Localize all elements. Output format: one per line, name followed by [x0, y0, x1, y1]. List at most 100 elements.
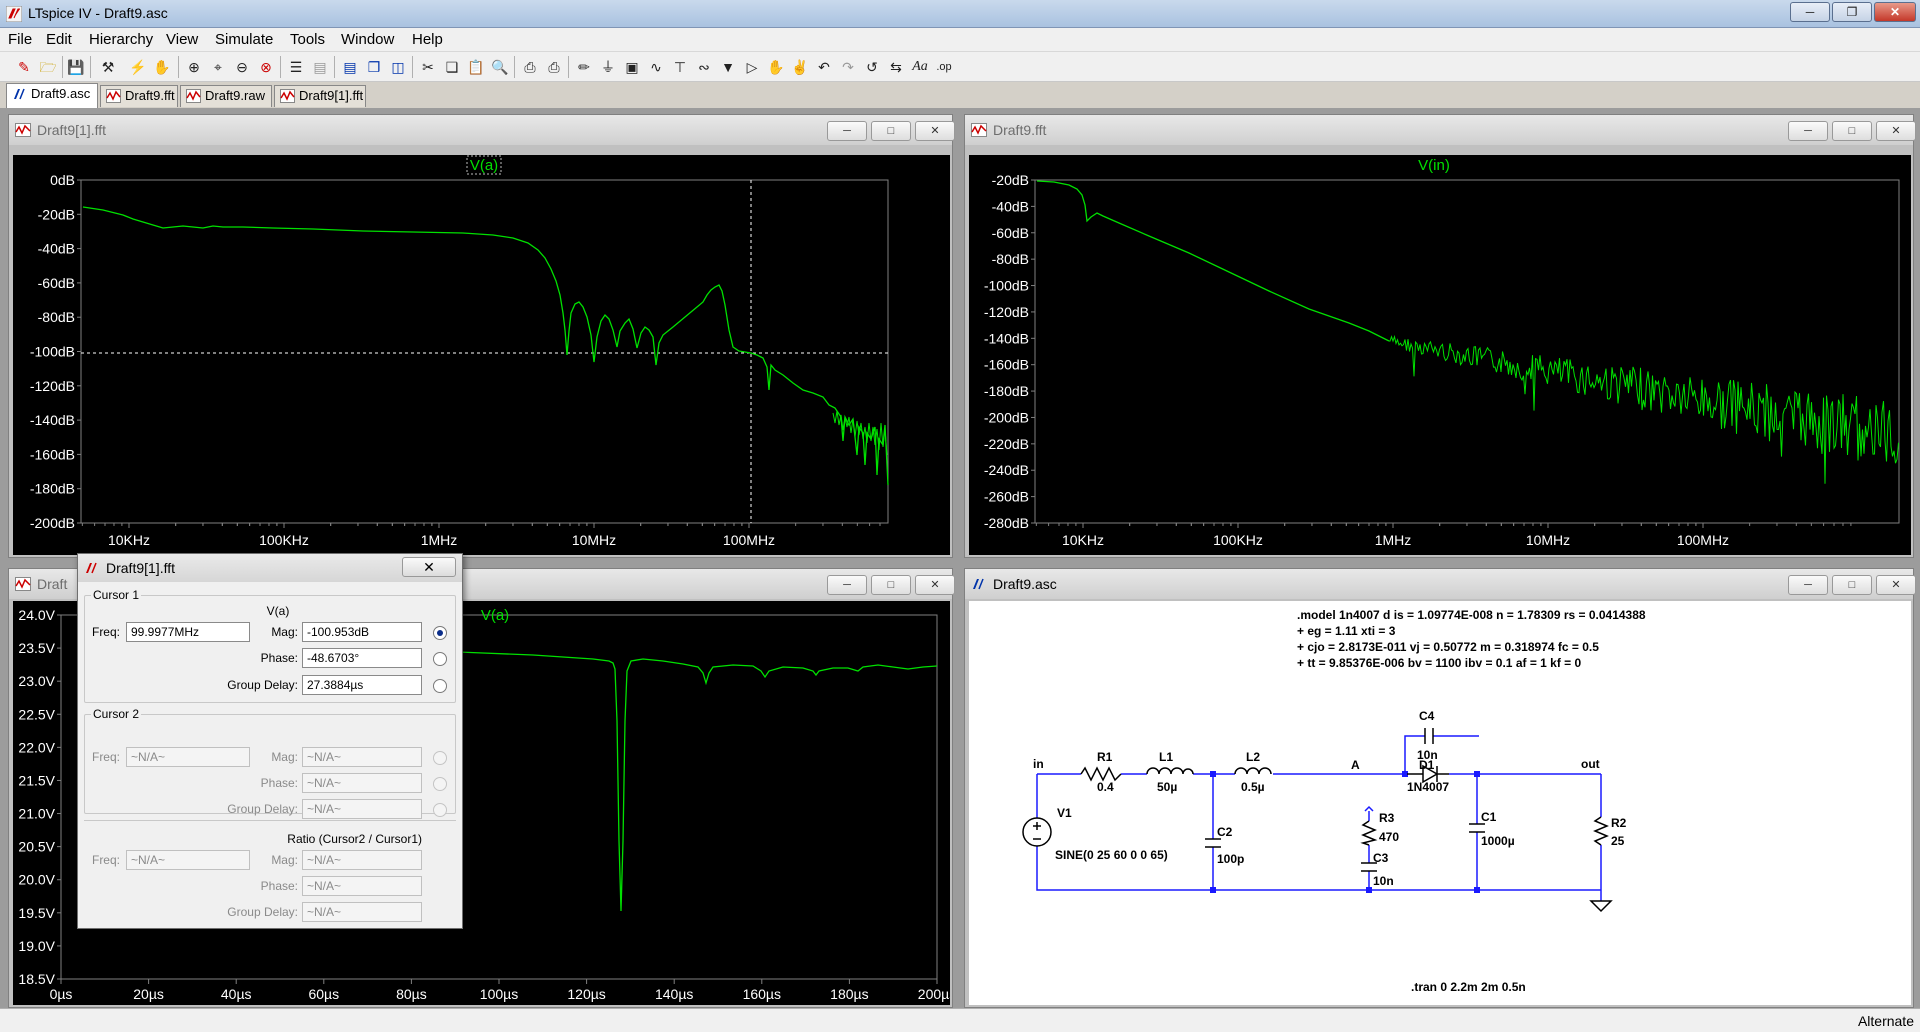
- tab-draft9-1-fft[interactable]: Draft9[1].fft: [274, 85, 366, 107]
- tab-draft9-raw[interactable]: Draft9.raw: [180, 85, 272, 107]
- cascade-icon[interactable]: ❐: [364, 57, 384, 77]
- cursor1-mag-radio[interactable]: [433, 626, 447, 640]
- window-close-button[interactable]: ✕: [1876, 575, 1916, 595]
- capacitor-icon[interactable]: ⊤: [670, 57, 690, 77]
- tile-vertical-icon[interactable]: ◫: [388, 57, 408, 77]
- l2-name[interactable]: L2: [1246, 750, 1260, 764]
- menu-help[interactable]: Help: [412, 31, 443, 48]
- wires[interactable]: [1036, 735, 1602, 901]
- ratio-mag-field[interactable]: ~N/A~: [302, 850, 422, 870]
- window-minimize-button[interactable]: ─: [1788, 121, 1828, 141]
- tab-draft9-asc[interactable]: Draft9.asc: [6, 83, 98, 108]
- net-label-out[interactable]: out: [1581, 757, 1600, 771]
- drag-icon[interactable]: ✌: [790, 57, 810, 77]
- l1-name[interactable]: L1: [1159, 750, 1173, 764]
- cursor1-gd-field[interactable]: 27.3884µs: [302, 675, 422, 695]
- c1-name[interactable]: C1: [1481, 810, 1497, 824]
- model-line-3[interactable]: + cjo = 2.8173E-011 vj = 0.50772 m = 0.3…: [1297, 640, 1599, 654]
- halt-icon[interactable]: ✋: [152, 57, 172, 77]
- r1-name[interactable]: R1: [1097, 750, 1113, 764]
- d1-value[interactable]: 1N4007: [1407, 780, 1449, 794]
- r3-value[interactable]: 470: [1379, 830, 1399, 844]
- r2-value[interactable]: 25: [1611, 834, 1625, 848]
- l1-value[interactable]: 50µ: [1157, 780, 1177, 794]
- minimize-button[interactable]: ─: [1790, 2, 1830, 22]
- trace-label[interactable]: V(a): [470, 157, 498, 174]
- copy-icon[interactable]: ❏: [442, 57, 462, 77]
- c3-name[interactable]: C3: [1373, 851, 1389, 865]
- menu-hierarchy[interactable]: Hierarchy: [89, 31, 153, 48]
- schematic-canvas[interactable]: .model 1n4007 d is = 1.09774E-008 n = 1.…: [969, 601, 1911, 1005]
- trace-label[interactable]: V(a): [481, 607, 509, 624]
- window-maximize-button[interactable]: □: [871, 575, 911, 595]
- cursor1-mag-field[interactable]: -100.953dB: [302, 622, 422, 642]
- trace-label[interactable]: V(in): [1418, 157, 1450, 174]
- mark-icon[interactable]: ▤: [310, 57, 330, 77]
- redo-icon[interactable]: ↷: [838, 57, 858, 77]
- c1-value[interactable]: 1000µ: [1481, 834, 1515, 848]
- r1-value[interactable]: 0.4: [1097, 780, 1114, 794]
- menu-view[interactable]: View: [166, 31, 198, 48]
- c2-value[interactable]: 100p: [1217, 852, 1244, 866]
- print-icon[interactable]: ⎙: [544, 57, 564, 77]
- window-close-button[interactable]: ✕: [915, 121, 955, 141]
- zoom-fit-icon[interactable]: ⊗: [256, 57, 276, 77]
- maximize-button[interactable]: ❐: [1832, 2, 1872, 22]
- cursor2-mag-field[interactable]: ~N/A~: [302, 747, 422, 767]
- menu-file[interactable]: File: [8, 31, 32, 48]
- window-maximize-button[interactable]: □: [871, 121, 911, 141]
- open-icon[interactable]: 🗁: [38, 57, 58, 77]
- window-minimize-button[interactable]: ─: [1788, 575, 1828, 595]
- diode-icon[interactable]: ▼: [718, 57, 738, 77]
- ground-icon[interactable]: ⏚: [598, 57, 618, 77]
- component-icon[interactable]: ▷: [742, 57, 762, 77]
- save-icon[interactable]: 💾: [66, 57, 86, 77]
- fft-plot-vin[interactable]: -20dB -40dB -60dB -80dB -100dB -120dB -140dB -1…: [969, 155, 1911, 555]
- text-icon[interactable]: Aa: [910, 57, 930, 77]
- fft-plot-va[interactable]: 0dB -20dB -40dB -60dB -80dB -100dB -120dB -140d…: [13, 155, 950, 555]
- menu-edit[interactable]: Edit: [46, 31, 72, 48]
- model-line-1[interactable]: .model 1n4007 d is = 1.09774E-008 n = 1.…: [1297, 608, 1646, 622]
- cursor2-phase-radio[interactable]: [433, 777, 447, 791]
- inductor-icon[interactable]: ∾: [694, 57, 714, 77]
- resistor-icon[interactable]: ∿: [646, 57, 666, 77]
- cursor2-gd-field[interactable]: ~N/A~: [302, 799, 422, 819]
- ratio-freq-field[interactable]: ~N/A~: [126, 850, 250, 870]
- c3-value[interactable]: 10n: [1373, 874, 1394, 888]
- r3-name[interactable]: R3: [1379, 811, 1395, 825]
- window-maximize-button[interactable]: □: [1832, 121, 1872, 141]
- menu-tools[interactable]: Tools: [290, 31, 325, 48]
- model-line-2[interactable]: + eg = 1.11 xti = 3: [1297, 624, 1396, 638]
- zoom-out-icon[interactable]: ⊖: [232, 57, 252, 77]
- run-icon[interactable]: ⚡: [128, 57, 148, 77]
- v1-name[interactable]: V1: [1057, 806, 1072, 820]
- print-preview-icon[interactable]: ⎙: [520, 57, 540, 77]
- ratio-phase-field[interactable]: ~N/A~: [302, 876, 422, 896]
- spice-directive-icon[interactable]: .op: [934, 57, 954, 77]
- c2-name[interactable]: C2: [1217, 825, 1233, 839]
- window-close-button[interactable]: ✕: [1876, 121, 1916, 141]
- window-maximize-button[interactable]: □: [1832, 575, 1872, 595]
- cursor1-phase-radio[interactable]: [433, 652, 447, 666]
- l2-value[interactable]: 0.5µ: [1241, 780, 1265, 794]
- label-net-icon[interactable]: ▣: [622, 57, 642, 77]
- pan-icon[interactable]: ⌖: [208, 57, 228, 77]
- tran-directive[interactable]: .tran 0 2.2m 2m 0.5n: [1411, 980, 1526, 994]
- model-line-4[interactable]: + tt = 9.85376E-006 bv = 1100 ibv = 0.1 …: [1297, 656, 1582, 670]
- cursor2-freq-field[interactable]: ~N/A~: [126, 747, 250, 767]
- c4-name[interactable]: C4: [1419, 709, 1435, 723]
- window-minimize-button[interactable]: ─: [827, 575, 867, 595]
- new-schematic-icon[interactable]: ✎: [14, 57, 34, 77]
- r2-name[interactable]: R2: [1611, 816, 1627, 830]
- window-close-button[interactable]: ✕: [915, 575, 955, 595]
- zoom-in-icon[interactable]: ⊕: [184, 57, 204, 77]
- mirror-icon[interactable]: ⇆: [886, 57, 906, 77]
- cursor2-mag-radio[interactable]: [433, 751, 447, 765]
- tab-draft9-fft[interactable]: Draft9.fft: [100, 85, 178, 107]
- cursor2-gd-radio[interactable]: [433, 803, 447, 817]
- rotate-icon[interactable]: ↺: [862, 57, 882, 77]
- dialog-close-button[interactable]: ✕: [402, 557, 456, 577]
- control-panel-icon[interactable]: ⚒: [98, 57, 118, 77]
- cursor1-freq-field[interactable]: 99.9977MHz: [126, 622, 250, 642]
- cursor1-gd-radio[interactable]: [433, 679, 447, 693]
